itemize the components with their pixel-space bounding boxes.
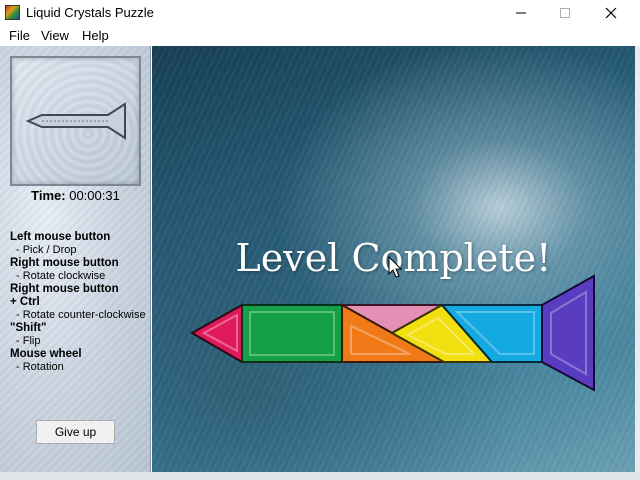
menu-bar: File View Help	[0, 26, 640, 46]
window-title: Liquid Crystals Puzzle	[26, 5, 154, 20]
help-heading: "Shift"	[10, 322, 47, 334]
window-bottom-edge	[0, 472, 640, 480]
give-up-button[interactable]: Give up	[36, 420, 115, 444]
target-shape-preview	[10, 56, 141, 186]
timer: Time: 00:00:31	[0, 188, 151, 203]
help-heading: Mouse wheel	[10, 348, 82, 360]
app-icon	[5, 5, 20, 20]
maximize-icon	[560, 8, 570, 18]
menu-help[interactable]: Help	[80, 28, 111, 43]
menu-view[interactable]: View	[39, 28, 71, 43]
controls-help: Left mouse button - Pick / Drop Right mo…	[10, 231, 150, 374]
title-bar: Liquid Crystals Puzzle	[0, 0, 640, 26]
help-heading: Left mouse button	[10, 231, 111, 243]
help-desc: - Rotate clockwise	[16, 270, 106, 282]
piece-green-square[interactable]	[241, 304, 343, 363]
time-value: 00:00:31	[69, 188, 120, 203]
window-edge	[635, 46, 640, 472]
level-complete-message: Level Complete!	[235, 236, 552, 280]
minimize-icon	[516, 12, 526, 14]
game-board[interactable]: Level Complete!	[152, 46, 635, 472]
help-desc: - Rotation	[16, 361, 64, 373]
help-desc: - Flip	[16, 335, 41, 347]
side-panel: Time: 00:00:31 Left mouse button - Pick …	[0, 46, 151, 472]
target-shape-icon	[25, 102, 126, 140]
close-icon	[605, 7, 617, 19]
menu-file[interactable]: File	[7, 28, 32, 43]
piece-red-triangle[interactable]	[189, 303, 243, 364]
help-desc: - Rotate counter-clockwise	[16, 309, 146, 321]
help-heading: Right mouse button	[10, 283, 119, 295]
help-desc: - Pick / Drop	[16, 244, 77, 256]
close-button[interactable]	[588, 0, 634, 26]
maximize-button[interactable]	[542, 0, 588, 26]
help-heading: + Ctrl	[10, 296, 40, 308]
minimize-button[interactable]	[498, 0, 544, 26]
time-label: Time:	[31, 188, 66, 203]
help-heading: Right mouse button	[10, 257, 119, 269]
